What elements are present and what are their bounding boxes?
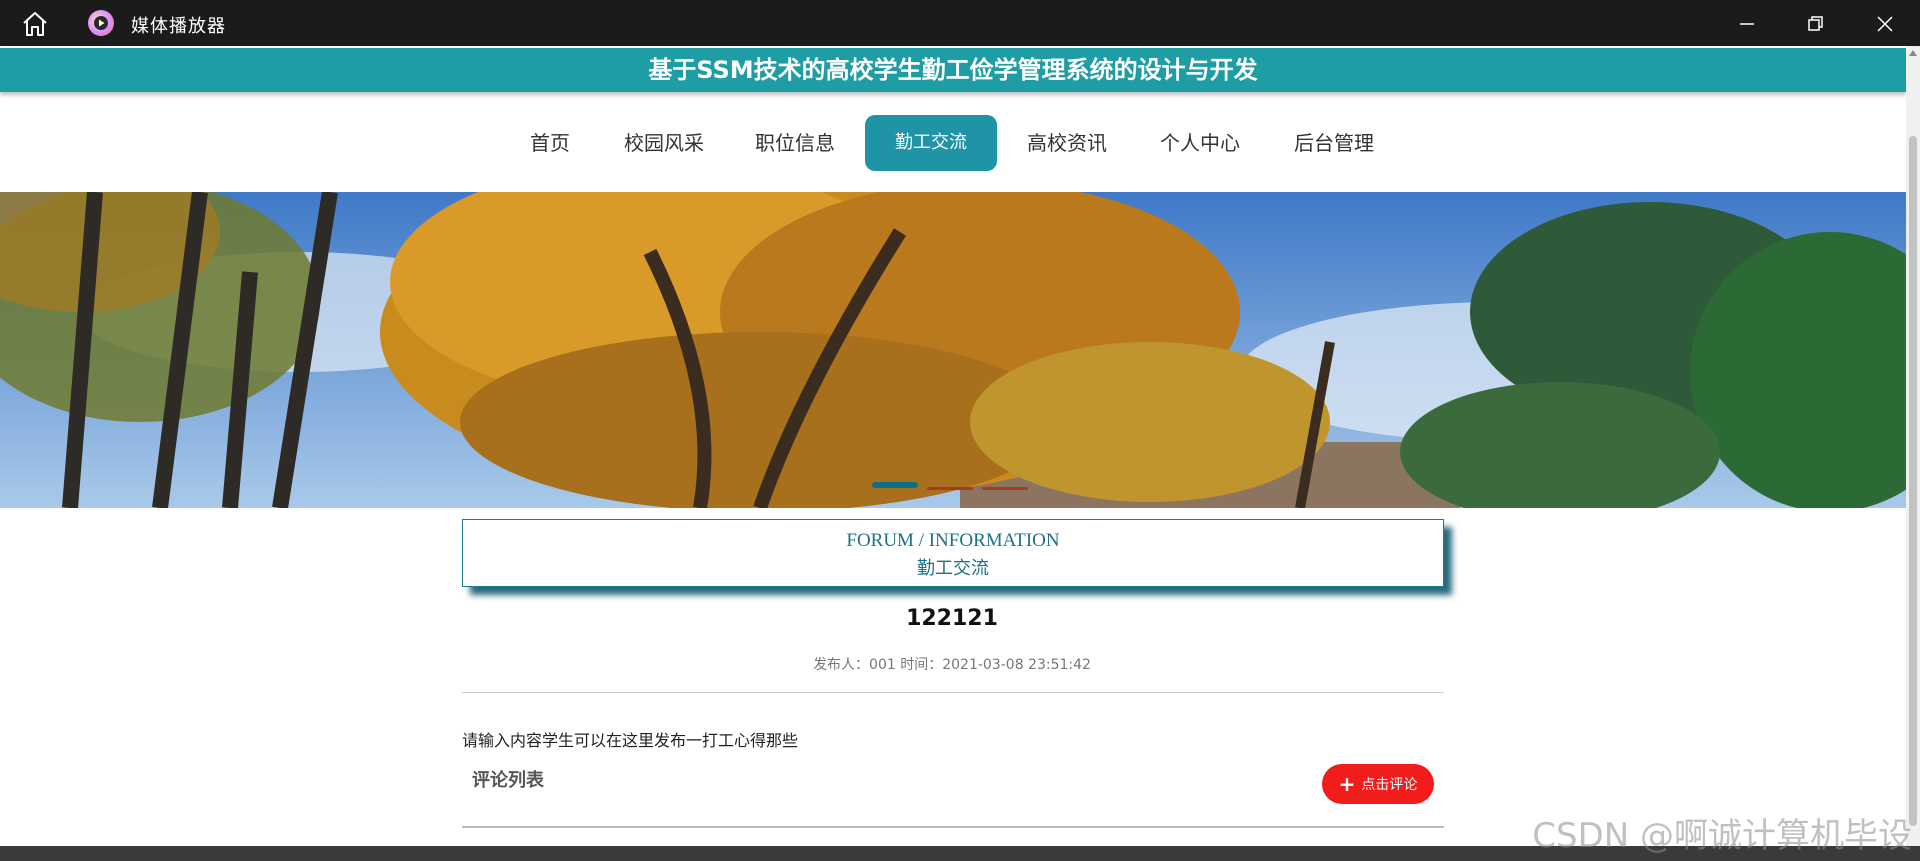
nav-item-jobs[interactable]: 职位信息 <box>745 115 845 171</box>
section-title-chinese: 勤工交流 <box>917 558 989 579</box>
section-title-english: FORUM / INFORMATION <box>846 530 1060 551</box>
restore-icon[interactable] <box>1803 12 1827 36</box>
divider <box>462 692 1444 693</box>
nav-item-admin[interactable]: 后台管理 <box>1284 115 1384 171</box>
nav-item-home[interactable]: 首页 <box>520 115 580 171</box>
site-header: 基于SSM技术的高校学生勤工俭学管理系统的设计与开发 <box>0 48 1906 92</box>
post-title: 122121 <box>906 606 998 631</box>
nav-item-forum[interactable]: 勤工交流 <box>865 115 997 171</box>
post-meta: 发布人：001 时间：2021-03-08 23:51:42 <box>813 657 1091 673</box>
add-comment-button[interactable]: + 点击评论 <box>1322 764 1434 804</box>
home-icon[interactable] <box>20 10 50 38</box>
site-title: 基于SSM技术的高校学生勤工俭学管理系统的设计与开发 <box>648 56 1258 84</box>
scrollbar-thumb[interactable] <box>1909 136 1917 826</box>
carousel-dot-1[interactable] <box>872 482 918 488</box>
close-icon[interactable] <box>1873 12 1897 36</box>
carousel-dot-3[interactable] <box>982 487 1028 490</box>
banner-image <box>0 192 1906 508</box>
window-titlebar: 媒体播放器 <box>0 0 1920 46</box>
minimize-icon[interactable] <box>1735 12 1759 36</box>
web-page: 基于SSM技术的高校学生勤工俭学管理系统的设计与开发 首页 校园风采 职位信息 … <box>0 46 1906 846</box>
section-heading-box: FORUM / INFORMATION 勤工交流 <box>462 519 1444 587</box>
watermark: CSDN @啊诚计算机毕设 <box>1532 816 1912 856</box>
scroll-up-icon[interactable] <box>1909 50 1917 56</box>
nav-item-news[interactable]: 高校资讯 <box>1017 115 1117 171</box>
banner-carousel <box>0 192 1906 508</box>
nav-item-campus[interactable]: 校园风采 <box>614 115 714 171</box>
comments-heading: 评论列表 <box>472 770 544 791</box>
media-player-app-icon <box>88 10 114 36</box>
add-comment-label: 点击评论 <box>1361 777 1418 793</box>
carousel-dot-2[interactable] <box>927 487 973 490</box>
page-scrollbar[interactable] <box>1906 46 1920 846</box>
nav-item-profile[interactable]: 个人中心 <box>1150 115 1250 171</box>
main-nav: 首页 校园风采 职位信息 勤工交流 高校资讯 个人中心 后台管理 <box>0 115 1906 171</box>
plus-icon: + <box>1338 772 1356 796</box>
post-content: 请输入内容学生可以在这里发布一打工心得那些 <box>462 731 799 750</box>
divider <box>462 826 1444 828</box>
window-title: 媒体播放器 <box>131 16 226 37</box>
